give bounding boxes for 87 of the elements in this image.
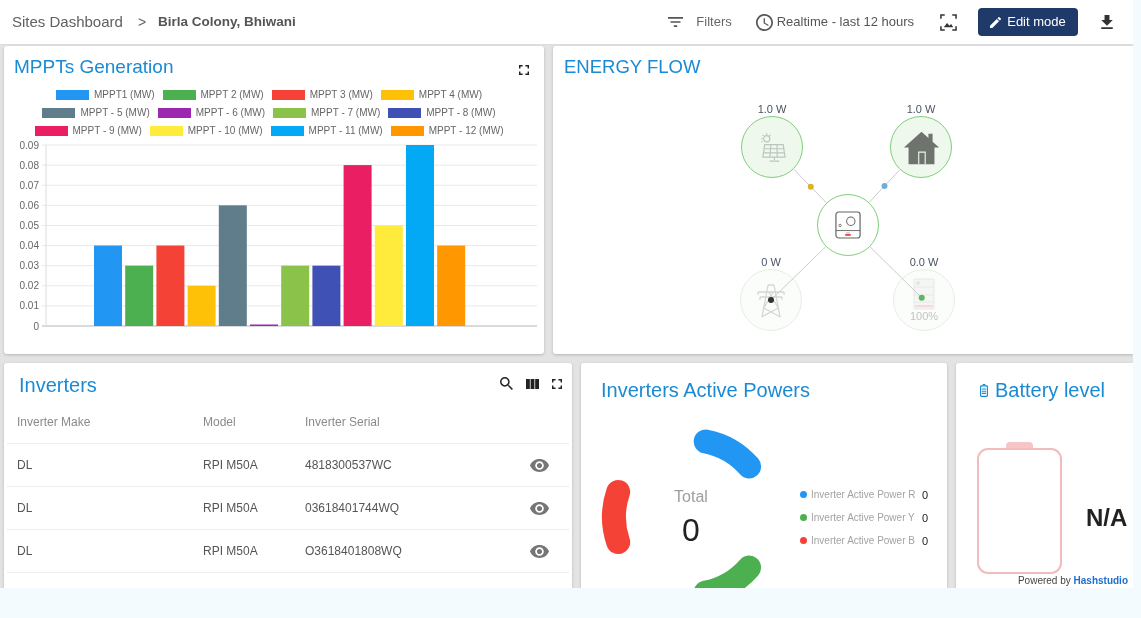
axis-tick-label: 0.05: [19, 219, 39, 231]
legend-label: MPPT - 7 (MW): [311, 107, 381, 119]
powered-by-text: Powered by Hashstudio: [1017, 574, 1128, 587]
legend-label: Inverter Active Power Y: [811, 510, 916, 525]
eye-icon: [529, 501, 549, 515]
axis-tick-label: 0.01: [19, 300, 39, 312]
power-reading: 1.0 W: [756, 102, 788, 116]
columns-icon: [526, 378, 539, 389]
column-header: Inverter Serial: [304, 413, 381, 431]
battery-icon: [980, 383, 988, 397]
table-cell-text: RPI M50A: [202, 500, 259, 517]
table-cell-text: RPI M50A: [202, 543, 259, 560]
image-frame-icon: [940, 13, 957, 31]
fullscreen-button[interactable]: [552, 378, 562, 389]
search-button[interactable]: [500, 377, 513, 390]
download-icon: [1101, 15, 1113, 29]
legend-value: 0: [922, 533, 929, 548]
breadcrumb-link[interactable]: Sites Dashboard: [12, 10, 123, 34]
view-button[interactable]: [529, 501, 549, 515]
axis-tick-label: 0.07: [19, 179, 39, 191]
power-reading: 0 W: [760, 255, 782, 269]
legend-label: MPPT1 (MW): [94, 89, 155, 101]
table-cell-text: 4818300537WC: [304, 457, 393, 474]
time-range-button[interactable]: Realtime - last 12 hours: [755, 12, 914, 32]
axis-tick-label: 0.02: [19, 280, 39, 292]
columns-button[interactable]: [526, 378, 539, 389]
search-icon: [500, 377, 513, 390]
legend-label: Inverter Active Power R: [811, 487, 917, 502]
card-title: MPPTs Generation: [14, 55, 174, 79]
card-title: ENERGY FLOW: [564, 55, 702, 79]
table-cell-text: RPI M50A: [202, 457, 259, 474]
view-button[interactable]: [529, 458, 549, 472]
legend-value: 0: [922, 510, 929, 525]
fullscreen-icon: [519, 65, 529, 75]
legend-label: MPPT - 5 (MW): [80, 107, 150, 119]
total-label: Total: [674, 487, 708, 507]
legend-label: MPPT - 12 (MW): [428, 125, 504, 137]
fullscreen-icon: [552, 378, 562, 389]
table-cell-text: O3618401808WQ: [304, 543, 403, 560]
download-button[interactable]: [1101, 15, 1113, 29]
axis-tick-label: 0.06: [19, 199, 39, 211]
legend-value: 0: [922, 487, 929, 502]
eye-icon: [529, 458, 549, 472]
inverter-icon: [835, 211, 861, 239]
axis-tick-label: 0.03: [19, 260, 39, 272]
legend-label: Inverter Active Power B: [811, 533, 916, 548]
card-title: Inverters: [19, 373, 97, 397]
fullscreen-button[interactable]: [519, 65, 529, 75]
snapshot-button[interactable]: [940, 13, 957, 31]
breadcrumb-separator: >: [137, 12, 147, 32]
axis-tick-label: 0.09: [19, 140, 39, 151]
axis-tick-label: 0: [33, 320, 39, 332]
legend-label: MPPT - 9 (MW): [72, 125, 142, 137]
table-cell-text: DL: [16, 543, 34, 560]
power-reading: 1.0 W: [905, 102, 937, 116]
battery-value: N/A: [1086, 504, 1128, 532]
legend-label: MPPT 2 (MW): [200, 89, 264, 101]
flow-line: [868, 169, 901, 203]
card-title: Battery level: [995, 378, 1106, 402]
filter-icon: [668, 17, 684, 27]
legend-label: MPPT - 11 (MW): [308, 125, 383, 137]
breadcrumb-current: Birla Colony, Bhiwani: [158, 12, 296, 31]
legend-label: MPPT - 8 (MW): [426, 107, 496, 119]
view-button[interactable]: [529, 544, 549, 558]
table-cell-text: 03618401744WQ: [304, 500, 401, 517]
clock-icon: [755, 13, 773, 31]
table-cell-text: DL: [16, 457, 34, 474]
axis-tick-label: 0.04: [19, 240, 39, 252]
flow-line: [770, 246, 827, 301]
battery-charge-text: 100%: [909, 310, 939, 322]
table-cell-text: DL: [16, 500, 34, 517]
column-header: Inverter Make: [16, 413, 92, 431]
pencil-icon: [990, 16, 1002, 28]
legend-label: MPPT - 6 (MW): [195, 107, 265, 119]
legend-label: MPPT 4 (MW): [418, 89, 482, 101]
edit-mode-button[interactable]: Edit mode: [978, 8, 1078, 36]
battery-rack-icon: [913, 278, 935, 310]
eye-icon: [529, 544, 549, 558]
legend-label: MPPT 3 (MW): [309, 89, 373, 101]
legend-label: MPPT - 10 (MW): [187, 125, 263, 137]
power-reading: 0.0 W: [908, 255, 940, 269]
total-value: 0: [682, 512, 700, 548]
axis-tick-label: 0.08: [19, 159, 39, 171]
flow-line: [793, 168, 827, 204]
column-header: Model: [202, 413, 237, 431]
card-title: Inverters Active Powers: [601, 378, 811, 402]
filters-button[interactable]: Filters: [668, 12, 732, 32]
